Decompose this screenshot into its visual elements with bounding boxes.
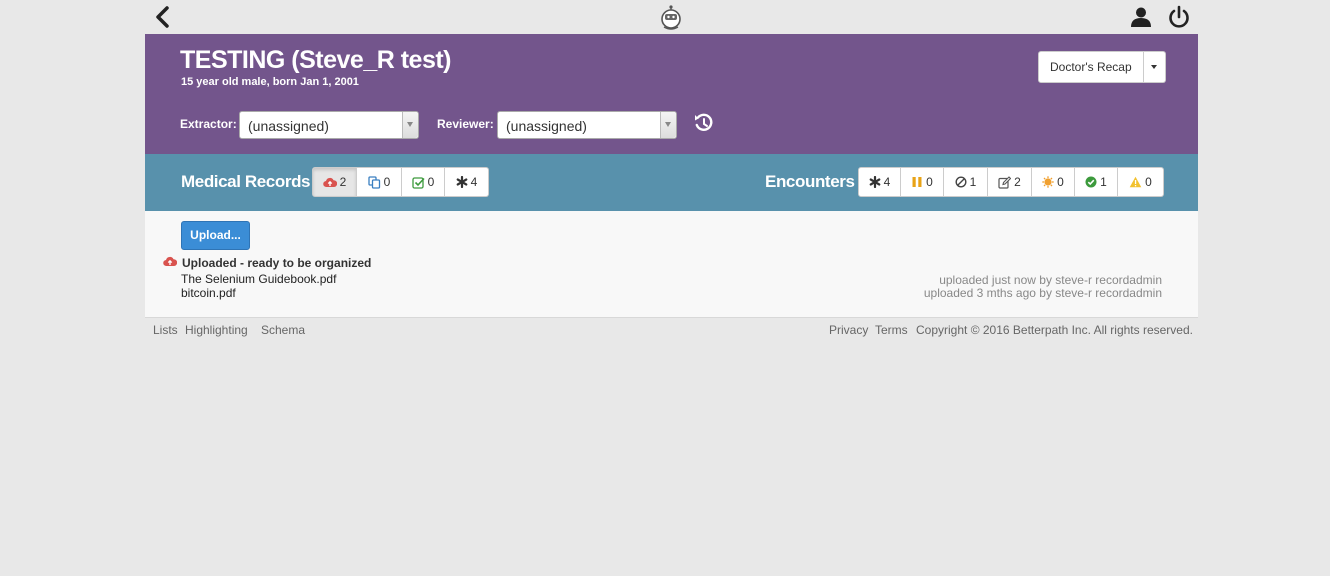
caret-down-icon [1151,65,1158,69]
filter-all-records-button[interactable]: 4 [445,167,489,197]
check-square-icon [412,176,425,189]
cloud-upload-icon [322,177,337,188]
top-bar [0,0,1330,34]
footer-link-terms[interactable]: Terms [875,323,908,337]
count-label: 1 [969,175,977,189]
encounters-edited-button[interactable]: 2 [988,167,1032,197]
warning-icon [1129,176,1142,188]
records-content: Upload... Uploaded - ready to be organiz… [145,211,1198,318]
reviewer-select[interactable]: (unassigned) [497,111,677,139]
select-arrow-icon [402,112,418,138]
sun-icon [1042,176,1054,188]
user-icon[interactable] [1130,6,1152,28]
patient-name: TESTING (Steve_R test) [180,46,452,74]
count-label: 1 [1100,175,1107,189]
ban-icon [955,176,967,188]
count-label: 4 [470,175,478,189]
history-icon[interactable] [693,112,715,134]
file-meta: uploaded just now by steve-r recordadmin [939,273,1162,287]
copy-icon [368,175,381,189]
filter-reviewed-button[interactable]: 0 [402,167,445,197]
reviewer-value: (unassigned) [506,118,587,134]
encounters-paused-button[interactable]: 0 [901,167,944,197]
count-label: 0 [1057,175,1064,189]
doctors-recap-button[interactable]: Doctor's Recap [1038,51,1144,83]
encounters-warning-button[interactable]: 0 [1118,167,1164,197]
medical-records-filters: 2 0 0 4 [312,167,489,197]
doctors-recap-caret[interactable] [1143,51,1166,83]
upload-button[interactable]: Upload... [181,221,250,250]
encounters-filters: 4 0 1 2 0 1 0 [858,167,1164,197]
cloud-upload-icon [163,256,178,270]
select-arrow-icon [660,112,676,138]
count-label: 0 [1145,175,1152,189]
encounters-title: Encounters [765,172,855,191]
footer-link-lists[interactable]: Lists [153,323,178,337]
chevron-left-icon[interactable] [153,6,173,28]
asterisk-icon [456,176,468,188]
copyright-text: Copyright © 2016 Betterpath Inc. All rig… [916,323,1193,337]
file-meta: uploaded 3 mths ago by steve-r recordadm… [923,286,1162,300]
doctors-recap-dropdown: Doctor's Recap [1038,51,1166,83]
count-label: 0 [926,175,933,189]
footer-link-highlighting[interactable]: Highlighting [185,323,248,337]
edit-icon [998,175,1012,189]
count-label: 2 [339,175,347,189]
uploaded-group-header: Uploaded - ready to be organized [163,256,371,270]
pause-icon [911,176,923,188]
filter-uploaded-button[interactable]: 2 [312,167,357,197]
file-link[interactable]: bitcoin.pdf [181,286,236,300]
count-label: 2 [1014,175,1021,189]
count-label: 4 [883,175,891,189]
extractor-value: (unassigned) [248,118,329,134]
uploaded-group-label: Uploaded - ready to be organized [182,256,372,270]
records-toolbar: Medical Records 2 0 0 4 Encounters 4 0 1… [145,154,1198,211]
patient-header: TESTING (Steve_R test) 15 year old male,… [145,34,1198,154]
encounters-all-button[interactable]: 4 [858,167,901,197]
encounters-excluded-button[interactable]: 1 [944,167,988,197]
patient-info: 15 year old male, born Jan 1, 2001 [181,76,359,88]
extractor-select[interactable]: (unassigned) [239,111,419,139]
count-label: 0 [383,175,391,189]
encounters-pending-button[interactable]: 0 [1032,167,1075,197]
filter-copy-button[interactable]: 0 [357,167,402,197]
count-label: 0 [427,175,435,189]
reviewer-label: Reviewer: [437,117,494,131]
power-icon[interactable] [1168,5,1190,29]
footer-link-schema[interactable]: Schema [261,323,305,337]
encounters-complete-button[interactable]: 1 [1075,167,1118,197]
footer-link-privacy[interactable]: Privacy [829,323,868,337]
extractor-label: Extractor: [180,117,237,131]
robot-logo-icon [659,4,683,30]
medical-records-title: Medical Records [181,172,311,191]
check-circle-icon [1085,176,1097,188]
asterisk-icon [869,176,881,188]
file-link[interactable]: The Selenium Guidebook.pdf [181,272,336,286]
